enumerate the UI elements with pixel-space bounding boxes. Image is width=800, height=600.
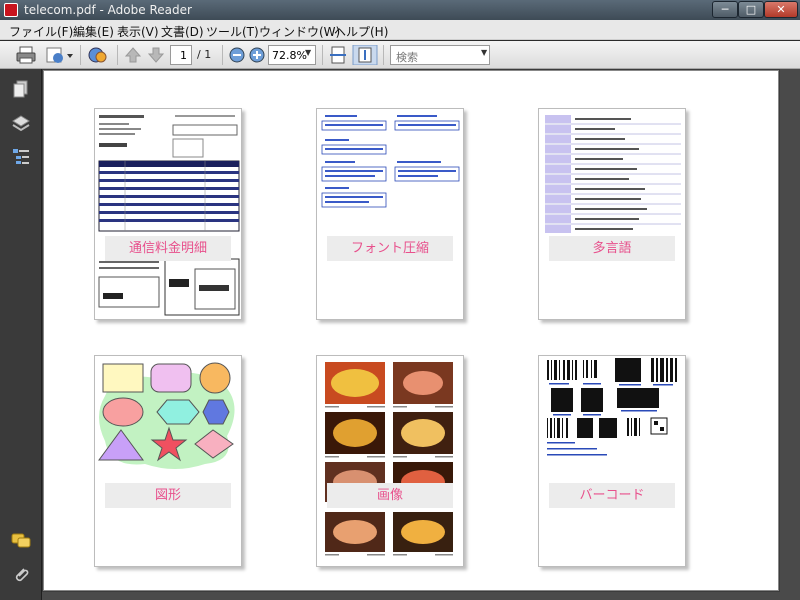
menu-bar: ファイル(F) 編集(E) 表示(V) 文書(D) ツール(T) ウィンドウ(W… bbox=[0, 20, 800, 40]
images-preview bbox=[325, 362, 453, 556]
page-number-input[interactable]: 1 bbox=[170, 45, 192, 65]
pages-icon[interactable] bbox=[11, 79, 31, 99]
menu-view[interactable]: 表示(V) bbox=[117, 23, 159, 40]
barcodes-preview bbox=[547, 358, 677, 456]
pdf-page: 通信料金明細 フォント圧縮 多言語 図形 画像 バーコード bbox=[43, 70, 779, 591]
thumbnail-label: フォント圧縮 bbox=[327, 236, 453, 261]
toolbar-separator bbox=[80, 45, 81, 65]
fit-page-icon[interactable] bbox=[352, 45, 378, 65]
menu-help[interactable]: ヘルプ(H) bbox=[334, 23, 388, 40]
title-bar: telecom.pdf - Adobe Reader ─ □ ✕ bbox=[0, 0, 800, 20]
font-compression-preview bbox=[321, 115, 460, 208]
document-viewport[interactable]: 通信料金明細 フォント圧縮 多言語 図形 画像 バーコード bbox=[42, 69, 800, 600]
window-title: telecom.pdf - Adobe Reader bbox=[24, 3, 192, 17]
minimize-button[interactable]: ─ bbox=[712, 1, 738, 18]
thumbnail-label: 多言語 bbox=[549, 236, 675, 261]
page-total: / 1 bbox=[197, 48, 212, 61]
toolbar-separator bbox=[322, 45, 323, 65]
collaborate-icon[interactable] bbox=[86, 45, 110, 65]
menu-edit[interactable]: 編集(E) bbox=[73, 23, 114, 40]
horizontal-scrollbar[interactable] bbox=[42, 592, 780, 600]
thumbnail-font-compression[interactable]: フォント圧縮 bbox=[316, 108, 464, 320]
thumbnail-barcodes[interactable]: バーコード bbox=[538, 355, 686, 567]
navigation-pane bbox=[0, 69, 42, 600]
vertical-scrollbar[interactable] bbox=[780, 69, 800, 600]
thumbnail-label: 図形 bbox=[105, 483, 231, 508]
fit-width-icon[interactable] bbox=[328, 45, 348, 65]
attachments-icon[interactable] bbox=[11, 565, 31, 585]
photo-grid bbox=[325, 362, 453, 552]
thumbnail-billing-statement[interactable]: 通信料金明細 bbox=[94, 108, 242, 320]
chevron-down-icon[interactable]: ▼ bbox=[481, 48, 487, 57]
thumbnail-label: 画像 bbox=[327, 483, 453, 508]
zoom-in-icon[interactable] bbox=[248, 45, 266, 65]
search-input[interactable]: 検索 bbox=[390, 45, 490, 65]
shapes-preview bbox=[98, 362, 235, 469]
toolbar-separator bbox=[222, 45, 223, 65]
maximize-button[interactable]: □ bbox=[738, 1, 764, 18]
toolbar-separator bbox=[383, 45, 384, 65]
menu-file[interactable]: ファイル(F) bbox=[9, 23, 73, 40]
menu-document[interactable]: 文書(D) bbox=[161, 23, 204, 40]
close-button[interactable]: ✕ bbox=[764, 1, 798, 18]
multilingual-preview bbox=[545, 115, 681, 233]
next-page-icon[interactable] bbox=[146, 45, 166, 65]
toolbar-separator bbox=[117, 45, 118, 65]
share-icon[interactable] bbox=[44, 45, 74, 65]
chevron-down-icon[interactable]: ▼ bbox=[305, 48, 311, 57]
adobe-reader-icon bbox=[4, 3, 18, 17]
layers-icon[interactable] bbox=[11, 113, 31, 133]
thumbnail-multilingual[interactable]: 多言語 bbox=[538, 108, 686, 320]
zoom-out-icon[interactable] bbox=[228, 45, 246, 65]
billing-statement-preview bbox=[98, 115, 240, 316]
menu-window[interactable]: ウィンドウ(W) bbox=[259, 23, 340, 40]
previous-page-icon[interactable] bbox=[123, 45, 143, 65]
toolbar: 1 / 1 72.8% ▼ 検索 ▼ bbox=[0, 41, 800, 69]
thumbnail-images[interactable]: 画像 bbox=[316, 355, 464, 567]
print-icon[interactable] bbox=[14, 45, 38, 65]
thumbnail-label: バーコード bbox=[549, 483, 675, 508]
comments-icon[interactable] bbox=[11, 531, 31, 551]
bookmarks-icon[interactable] bbox=[11, 147, 31, 167]
thumbnail-shapes[interactable]: 図形 bbox=[94, 355, 242, 567]
menu-tools[interactable]: ツール(T) bbox=[206, 23, 259, 40]
thumbnail-label: 通信料金明細 bbox=[105, 236, 231, 261]
